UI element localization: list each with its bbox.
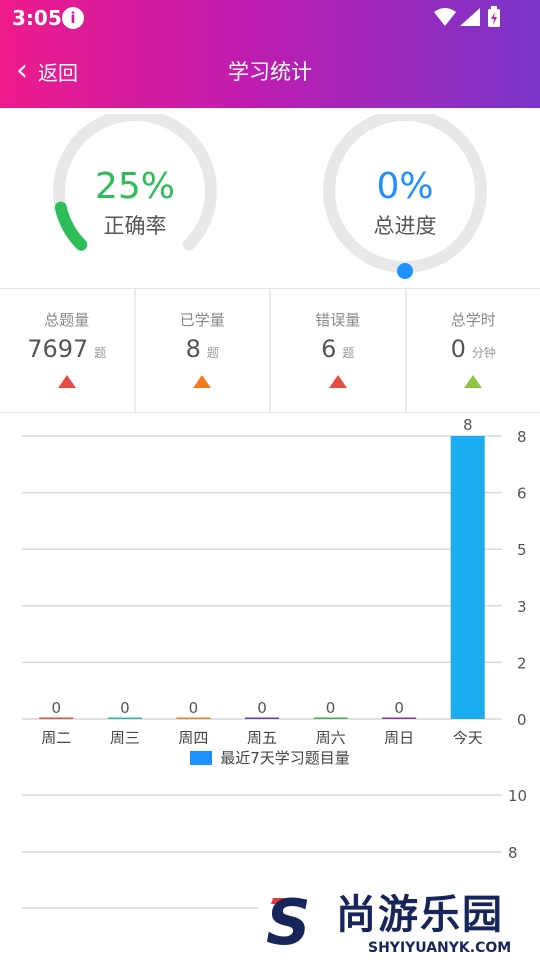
signal-icon xyxy=(460,8,480,26)
y-tick-label: 6 xyxy=(517,485,527,503)
y-tick-label: 0 xyxy=(517,711,527,729)
watermark-url: SHYIYUANYK.COM xyxy=(368,940,512,956)
stat-unit: 题 xyxy=(206,346,219,360)
y-tick-label: 8 xyxy=(508,844,518,862)
stat-unit: 题 xyxy=(94,346,107,360)
data-label: 8 xyxy=(463,416,473,434)
progress-ring-marker xyxy=(397,263,413,279)
stats-row: 总题量 7697 题 已学量 8题 错误量 6题 总学时 0 分钟 xyxy=(0,288,540,413)
status-time: 3:05 xyxy=(12,6,62,30)
stat-label: 错误量 xyxy=(315,311,361,329)
bar xyxy=(39,717,74,719)
battery-icon xyxy=(488,6,500,27)
accuracy-value: 25% xyxy=(94,166,175,207)
stat-label: 总题量 xyxy=(44,311,90,329)
logo-s-mark: S xyxy=(266,886,311,959)
stat-label: 总学时 xyxy=(450,311,496,329)
watermark-brand: 尚游乐园 xyxy=(336,892,504,938)
data-label: 0 xyxy=(257,699,267,717)
stat-errors: 错误量 6题 xyxy=(271,289,407,412)
stat-value: 0 xyxy=(450,335,466,363)
x-tick-label: 周日 xyxy=(384,729,414,744)
accuracy-ring: 25% 正确率 xyxy=(50,114,220,284)
y-tick-label: 5 xyxy=(517,541,527,559)
watermark-logo: S 尚游乐园 SHYIYUANYK.COM xyxy=(258,888,540,960)
bar xyxy=(313,717,348,719)
y-tick-label: 2 xyxy=(517,654,527,672)
triangle-icon xyxy=(193,375,212,388)
y-tick-label: 8 xyxy=(517,428,527,446)
progress-label: 总进度 xyxy=(373,214,437,238)
bar xyxy=(382,717,417,719)
legend-swatch xyxy=(190,750,213,765)
x-tick-label: 周四 xyxy=(178,729,208,744)
stat-value: 8 xyxy=(185,335,201,363)
bar xyxy=(245,717,279,719)
page-title: 学习统计 xyxy=(228,60,312,84)
stat-time: 总学时 0 分钟 xyxy=(407,289,540,412)
triangle-icon xyxy=(328,375,347,388)
app-screen: 3:05 i ‹ 返回 学习统计 25% 正确率 0% 总进度 总题量 7697… xyxy=(0,0,540,960)
wifi-icon xyxy=(434,8,456,26)
accuracy-label: 正确率 xyxy=(103,214,167,238)
stat-label: 已学量 xyxy=(179,311,225,329)
legend-label: 最近7天学习题目量 xyxy=(220,749,350,767)
x-tick-label: 周五 xyxy=(247,729,277,744)
status-icons xyxy=(434,6,500,27)
data-label: 0 xyxy=(326,699,336,717)
info-icon: i xyxy=(62,7,84,29)
x-tick-label: 今天 xyxy=(453,729,483,744)
bar xyxy=(176,717,211,719)
stat-learned: 已学量 8题 xyxy=(136,289,271,412)
stat-total: 总题量 7697 题 xyxy=(0,289,136,412)
x-tick-label: 周三 xyxy=(110,729,140,744)
triangle-icon xyxy=(57,375,76,388)
bar xyxy=(450,436,485,719)
triangle-icon xyxy=(464,375,483,388)
bar xyxy=(107,717,142,719)
x-tick-label: 周二 xyxy=(41,729,71,744)
data-label: 0 xyxy=(394,699,404,717)
progress-ring: 0% 总进度 xyxy=(320,114,490,284)
weekly-bar-chart: 8 6 5 3 2 0 0 周二 0 周三 0 周四 0 周五 0 周六 0 周日 8 今天 xyxy=(22,416,527,744)
x-tick-label: 周六 xyxy=(316,729,346,744)
data-label: 0 xyxy=(189,699,199,717)
header: 3:05 i ‹ 返回 学习统计 xyxy=(0,0,540,108)
stat-unit: 题 xyxy=(342,346,355,360)
progress-value: 0% xyxy=(376,166,434,207)
data-label: 0 xyxy=(120,699,130,717)
stat-value: 6 xyxy=(321,335,337,363)
chart-legend: 最近7天学习题目量 xyxy=(0,747,540,768)
data-label: 0 xyxy=(52,699,62,717)
stat-unit: 分钟 xyxy=(471,346,496,360)
y-tick-label: 3 xyxy=(517,598,527,616)
stat-value: 7697 xyxy=(27,335,89,363)
y-tick-label: 10 xyxy=(508,787,527,805)
